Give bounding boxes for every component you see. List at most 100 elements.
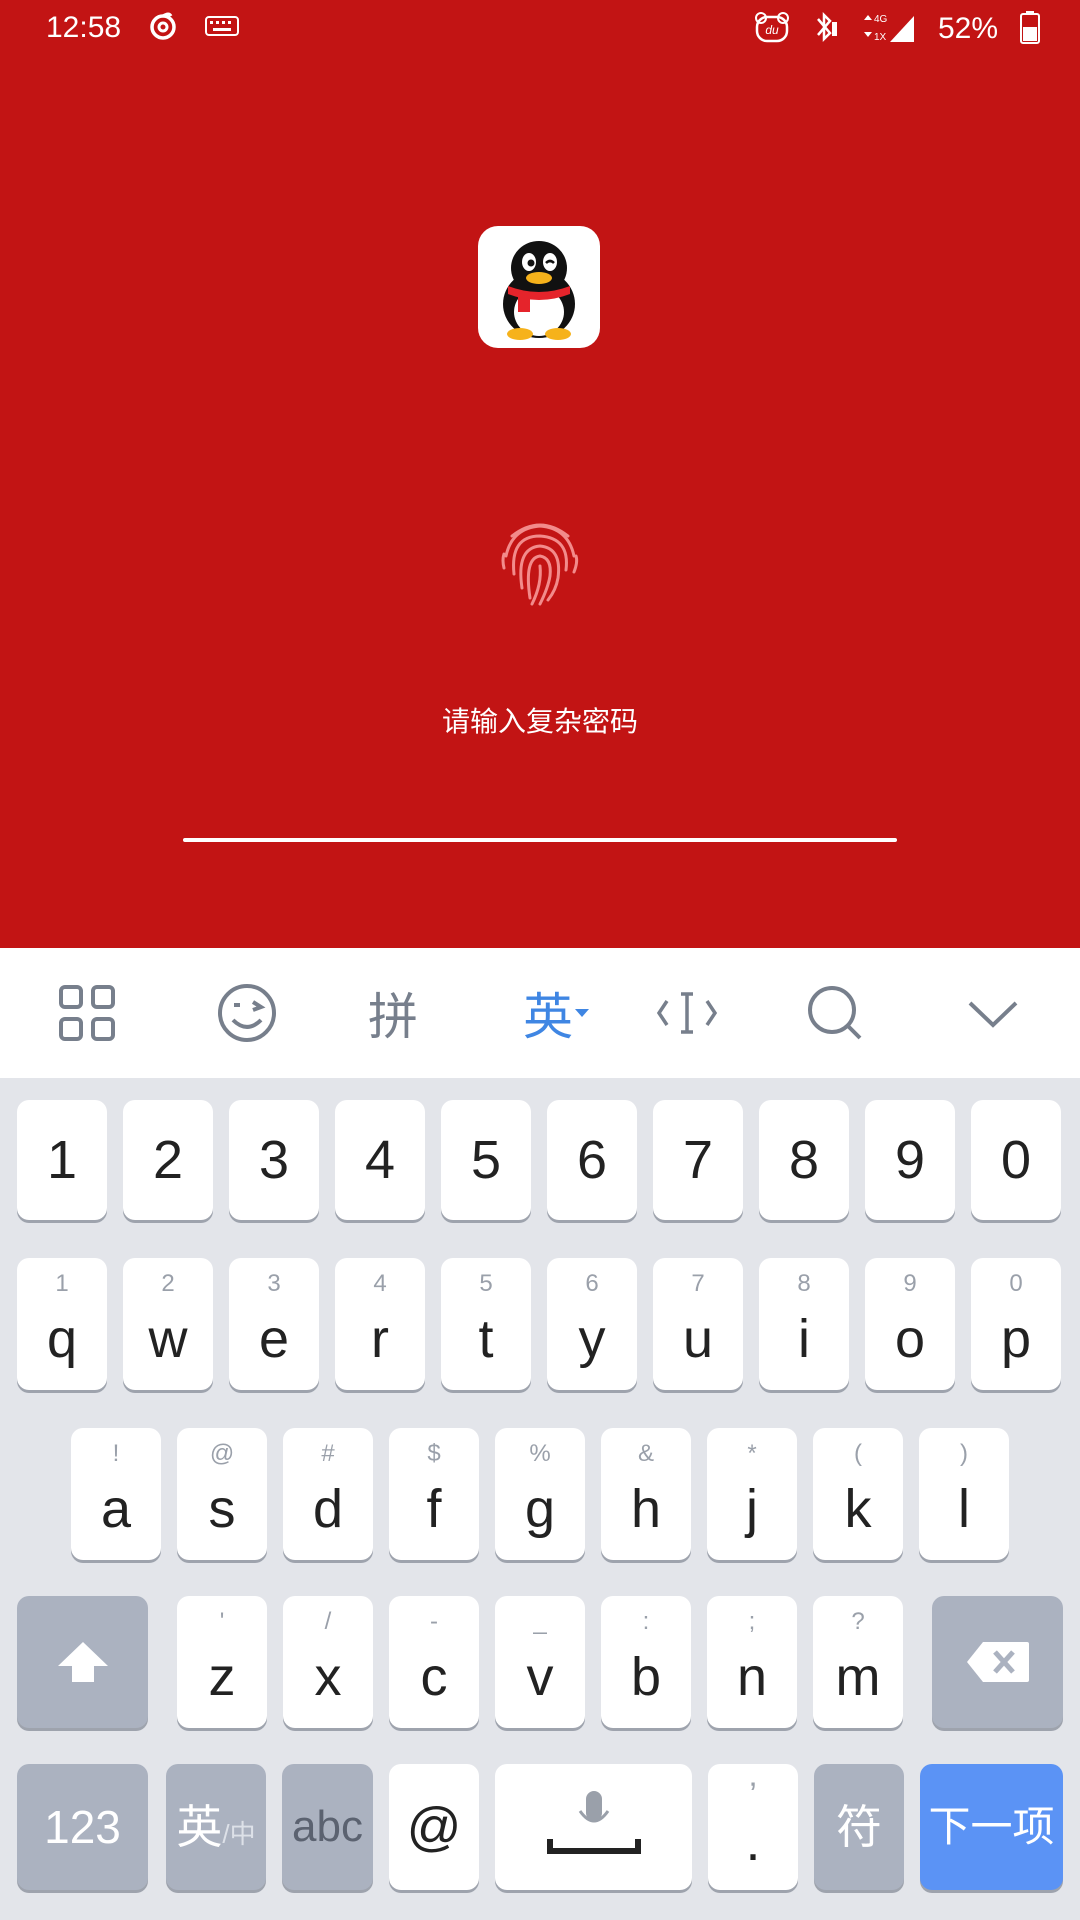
key-label: 符 bbox=[836, 1801, 882, 1853]
key-secondary-label: : bbox=[642, 1608, 650, 1635]
key-label: 1 bbox=[46, 1130, 78, 1190]
key-secondary-label: ? bbox=[851, 1608, 865, 1635]
key-p[interactable]: 0p bbox=[971, 1258, 1061, 1390]
key-secondary-label: 3 bbox=[267, 1270, 281, 1297]
key-f[interactable]: $ f bbox=[389, 1428, 479, 1560]
key-label: q bbox=[46, 1309, 78, 1369]
key-label: o bbox=[894, 1309, 926, 1369]
key-v[interactable]: _ v bbox=[495, 1596, 585, 1728]
fingerprint-icon[interactable] bbox=[498, 516, 582, 608]
key-label: i bbox=[798, 1309, 810, 1369]
key-label: u bbox=[682, 1309, 714, 1369]
key-i[interactable]: 8i bbox=[759, 1258, 849, 1390]
numbers-key[interactable]: 123 bbox=[17, 1764, 148, 1890]
shift-icon bbox=[57, 1642, 108, 1682]
next-key[interactable]: 下一项 bbox=[920, 1764, 1063, 1890]
key-4[interactable]: 4 bbox=[335, 1100, 425, 1220]
key-c[interactable]: -c bbox=[389, 1596, 479, 1728]
key-secondary-label: 2 bbox=[161, 1270, 175, 1297]
key-label: 下一项 bbox=[928, 1803, 1055, 1850]
key-z[interactable]: ' z bbox=[177, 1596, 267, 1728]
key-label: c bbox=[420, 1647, 448, 1707]
collapse-keyboard-icon[interactable] bbox=[956, 976, 1030, 1050]
key-s[interactable]: @ s bbox=[177, 1428, 267, 1560]
cursor-move-icon[interactable] bbox=[650, 976, 724, 1050]
key-label: 8 bbox=[788, 1130, 820, 1190]
search-icon[interactable] bbox=[798, 976, 872, 1050]
key-0[interactable]: 0 bbox=[971, 1100, 1061, 1220]
at-key[interactable]: @ bbox=[389, 1764, 479, 1890]
key-m[interactable]: ? m bbox=[813, 1596, 903, 1728]
network-type: 4G bbox=[874, 14, 888, 25]
key-q[interactable]: 1q bbox=[17, 1258, 107, 1390]
key-k[interactable]: (k bbox=[813, 1428, 903, 1560]
key-r[interactable]: 4r bbox=[335, 1258, 425, 1390]
key-secondary-label: 4 bbox=[373, 1270, 387, 1297]
key-h[interactable]: & h bbox=[601, 1428, 691, 1560]
language-switch-key[interactable]: 英/中 bbox=[166, 1764, 266, 1890]
key-1[interactable]: 1 bbox=[17, 1100, 107, 1220]
key-g[interactable]: % g bbox=[495, 1428, 585, 1560]
svg-text:du: du bbox=[765, 23, 779, 37]
english-mode-button[interactable]: 英 bbox=[512, 976, 602, 1050]
music-app-icon bbox=[147, 10, 179, 46]
key-8[interactable]: 8 bbox=[759, 1100, 849, 1220]
status-bar: 12:58 du 4G 1X 52% bbox=[0, 0, 1080, 64]
emoji-icon[interactable] bbox=[210, 976, 284, 1050]
key-secondary-label: ’ bbox=[749, 1776, 757, 1814]
pinyin-mode-button[interactable]: 拼 bbox=[356, 976, 430, 1050]
keyboard: 拼 英 1 2 3 4 5 6 7 8 9 0 1 q 2 w 3 e 4 r 5 t 6 y 7 u 8 i 9 o 0 p! a @ s # d… bbox=[0, 948, 1080, 1920]
shift-key[interactable] bbox=[17, 1596, 148, 1728]
key-j[interactable]: * j bbox=[707, 1428, 797, 1560]
key-secondary-label: ; bbox=[748, 1608, 756, 1635]
key-x[interactable]: / x bbox=[283, 1596, 373, 1728]
key-n[interactable]: ; n bbox=[707, 1596, 797, 1728]
battery-percentage: 52% bbox=[937, 12, 998, 45]
key-9[interactable]: 9 bbox=[865, 1100, 955, 1220]
english-mode-label: 英 bbox=[523, 988, 573, 1046]
password-input[interactable] bbox=[183, 838, 897, 842]
key-u[interactable]: 7u bbox=[653, 1258, 743, 1390]
key-label: d bbox=[312, 1479, 344, 1539]
keyboard-status-icon bbox=[205, 15, 240, 41]
key-l[interactable]: ) l bbox=[919, 1428, 1009, 1560]
key-t[interactable]: 5t bbox=[441, 1258, 531, 1390]
key-label: abc bbox=[292, 1802, 363, 1851]
key-w[interactable]: 2w bbox=[123, 1258, 213, 1390]
key-secondary-label: 7 bbox=[691, 1270, 705, 1297]
grid-menu-icon[interactable] bbox=[50, 976, 124, 1050]
period-key[interactable]: ’. bbox=[708, 1764, 798, 1890]
key-label: 6 bbox=[576, 1130, 608, 1190]
key-2[interactable]: 2 bbox=[123, 1100, 213, 1220]
key-a[interactable]: ! a bbox=[71, 1428, 161, 1560]
key-o[interactable]: 9o bbox=[865, 1258, 955, 1390]
key-6[interactable]: 6 bbox=[547, 1100, 637, 1220]
backspace-key[interactable] bbox=[932, 1596, 1063, 1728]
key-secondary-label: 1 bbox=[55, 1270, 69, 1297]
key-label: p bbox=[1000, 1309, 1032, 1369]
key-label: k bbox=[844, 1479, 872, 1539]
key-label: g bbox=[524, 1479, 556, 1539]
key-secondary-label: ( bbox=[854, 1440, 862, 1467]
key-5[interactable]: 5 bbox=[441, 1100, 531, 1220]
dropdown-arrow-icon bbox=[575, 1009, 589, 1017]
key-d[interactable]: # d bbox=[283, 1428, 373, 1560]
key-label: 0 bbox=[1000, 1130, 1032, 1190]
key-label: v bbox=[526, 1647, 554, 1707]
key-y[interactable]: 6y bbox=[547, 1258, 637, 1390]
key-label: 3 bbox=[258, 1130, 290, 1190]
symbols-key[interactable]: 符 bbox=[814, 1764, 904, 1890]
key-7[interactable]: 7 bbox=[653, 1100, 743, 1220]
key-b[interactable]: :b bbox=[601, 1596, 691, 1728]
signal-icon: 4G 1X bbox=[860, 10, 916, 48]
key-label: h bbox=[630, 1479, 662, 1539]
key-3[interactable]: 3 bbox=[229, 1100, 319, 1220]
abc-key[interactable]: abc bbox=[282, 1764, 373, 1890]
key-label: y bbox=[578, 1309, 606, 1369]
microphone-icon bbox=[546, 1791, 641, 1854]
key-secondary-label: ) bbox=[960, 1440, 968, 1467]
space-voice-key[interactable] bbox=[495, 1764, 692, 1890]
app-logo bbox=[478, 226, 600, 348]
key-e[interactable]: 3e bbox=[229, 1258, 319, 1390]
du-app-icon: du bbox=[754, 11, 790, 47]
